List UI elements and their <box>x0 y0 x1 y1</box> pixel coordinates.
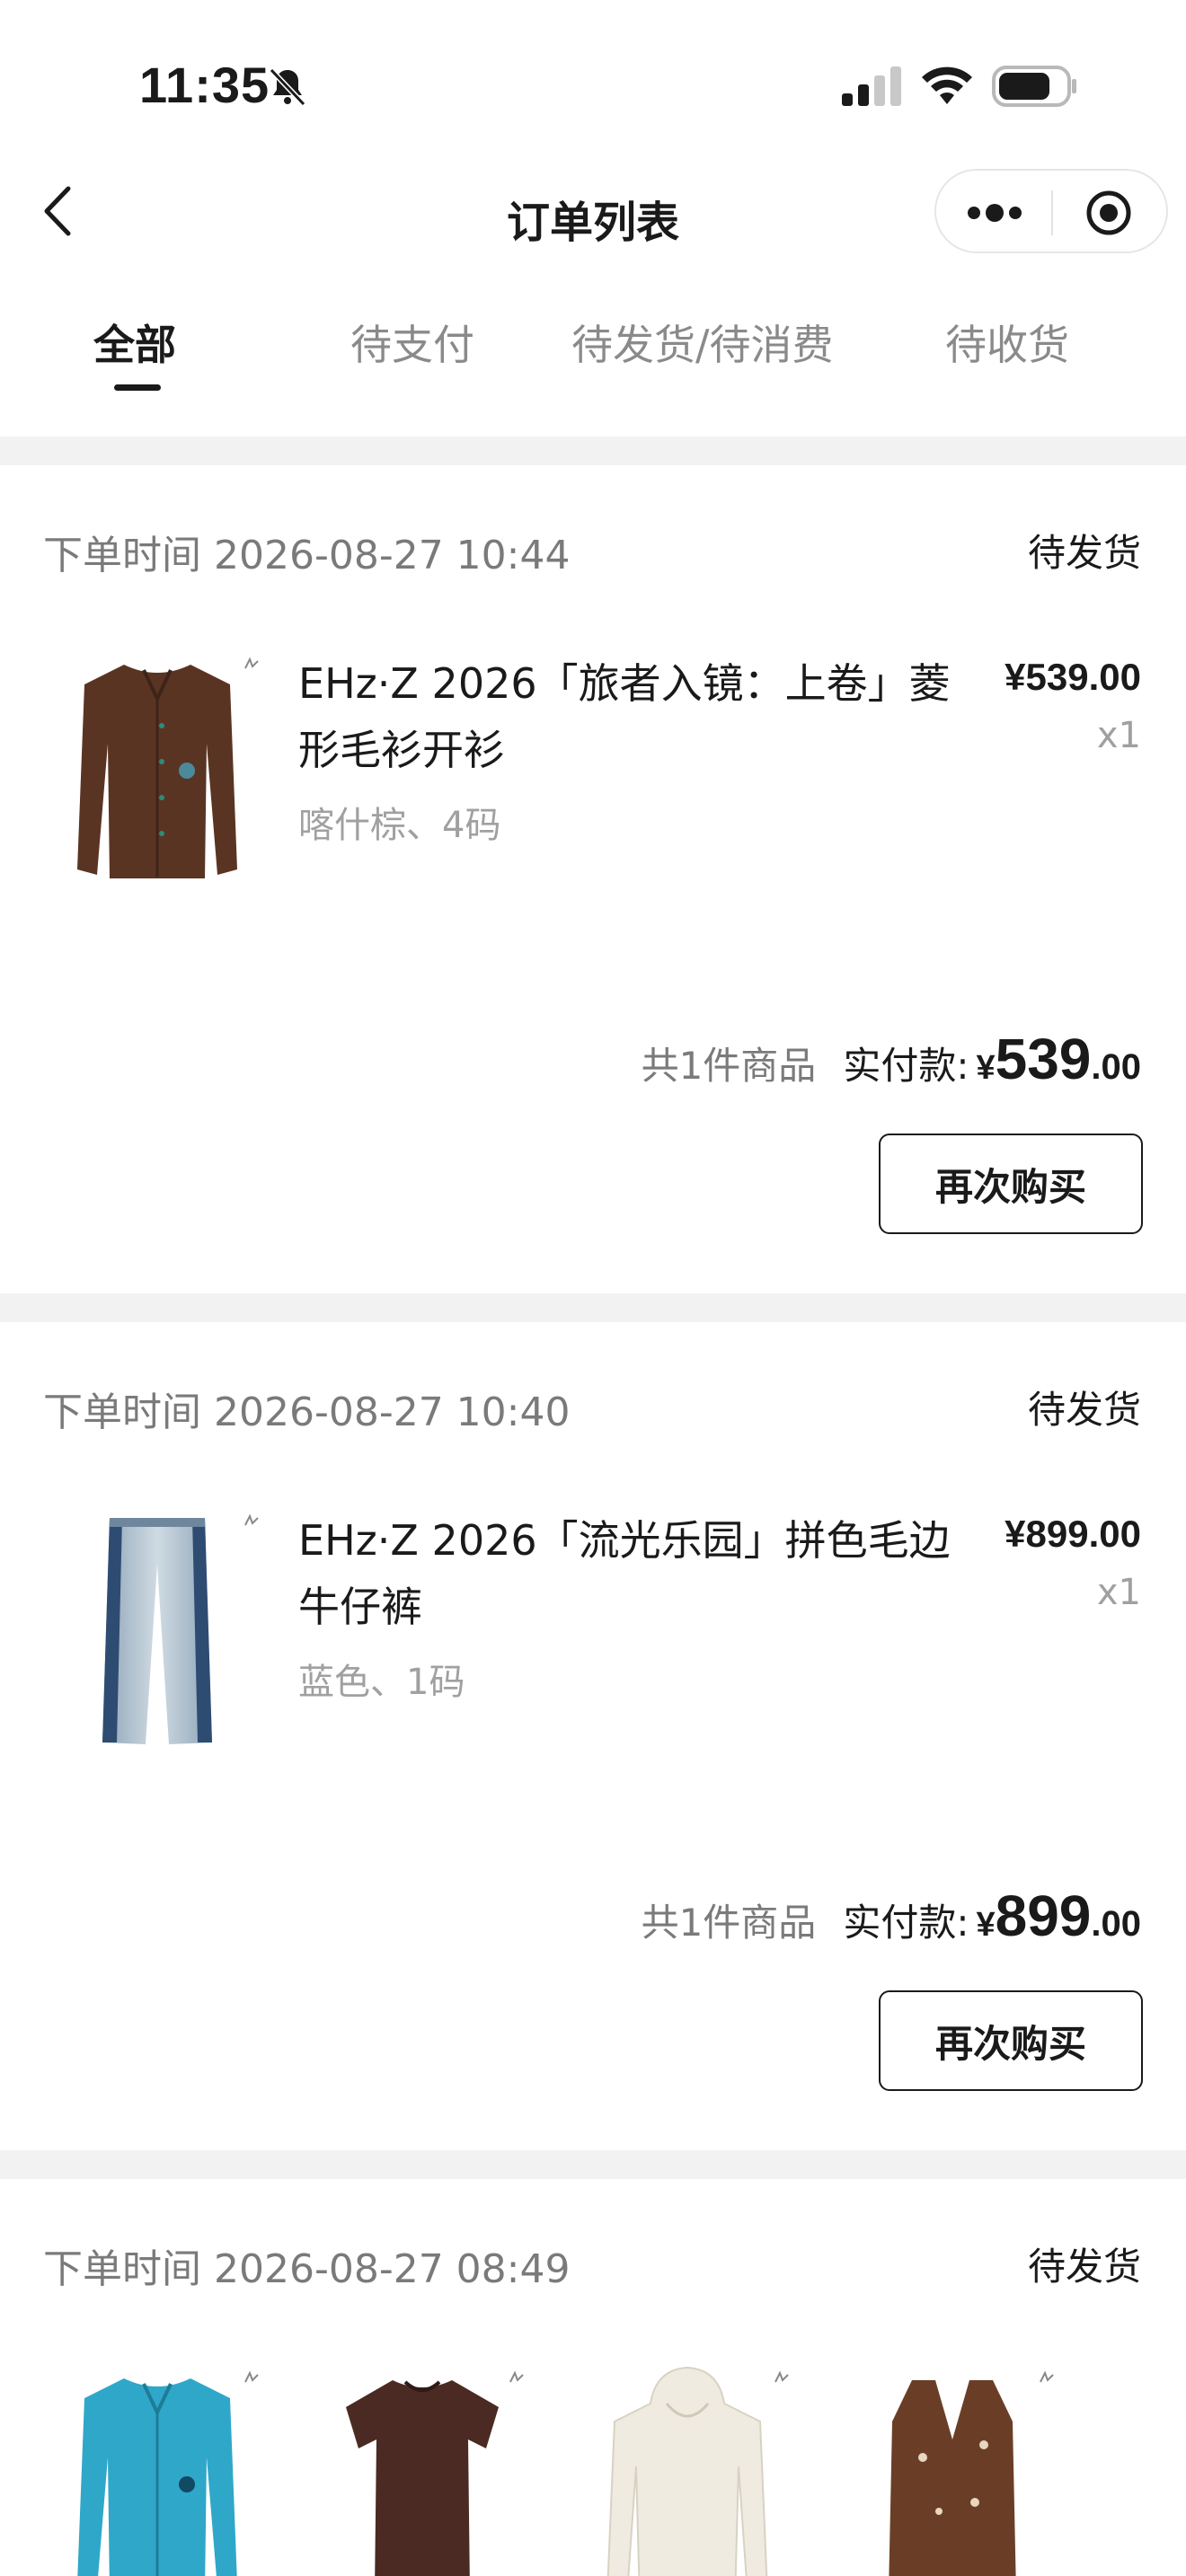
item-count: 共1件商品 <box>641 1901 817 1945</box>
brand-mark-icon <box>244 657 259 669</box>
bell-off-icon <box>269 67 306 107</box>
brand-mark-icon <box>774 2370 789 2383</box>
close-miniprogram-icon[interactable] <box>1084 189 1133 237</box>
order-card: 下单时间 2026-08-27 08:49 待发货 <box>0 2179 1186 2576</box>
product-image-blue-cardigan[interactable] <box>54 2359 261 2576</box>
order-status: 待发货 <box>1027 531 1141 575</box>
product-image-cardigan[interactable] <box>54 645 261 905</box>
brand-mark-icon <box>244 2370 259 2383</box>
active-tab-indicator <box>114 384 161 391</box>
capsule-divider <box>1051 190 1053 235</box>
brand-mark-icon <box>1040 2370 1054 2383</box>
product-quantity: x1 <box>1096 1572 1141 1613</box>
order-time: 下单时间 2026-08-27 10:44 <box>43 533 571 578</box>
product-spec: 喀什棕、4码 <box>298 805 501 846</box>
product-title[interactable]: EHz·Z 2026「旅者入镜：上卷」菱形毛衫开衫 <box>298 650 954 783</box>
tab-pending-payment[interactable]: 待支付 <box>350 313 474 372</box>
paid-currency: ¥ <box>976 1049 996 1087</box>
paid-label: 实付款: <box>843 1901 969 1945</box>
buy-again-button[interactable]: 再次购买 <box>879 1134 1143 1234</box>
order-card: 下单时间 2026-08-27 10:44 待发货 EHz·Z 2026「旅者入… <box>0 465 1186 1293</box>
cellular-signal-icon <box>842 66 901 106</box>
product-image-brown-tee[interactable] <box>319 2359 526 2576</box>
item-count: 共1件商品 <box>641 1044 817 1088</box>
section-divider <box>0 437 1186 465</box>
tab-pending-shipment[interactable]: 待发货/待消费 <box>571 313 834 372</box>
product-title[interactable]: EHz·Z 2026「流光乐园」拼色毛边牛仔裤 <box>298 1507 954 1640</box>
status-time: 11:35 <box>139 57 270 113</box>
battery-icon <box>992 66 1076 107</box>
product-price: ¥539.00 <box>1005 656 1141 698</box>
product-image-jeans[interactable] <box>54 1502 261 1762</box>
product-quantity: x1 <box>1096 715 1141 756</box>
order-time: 下单时间 2026-08-27 10:40 <box>43 1389 571 1435</box>
paid-label: 实付款: <box>843 1044 969 1088</box>
section-divider <box>0 2150 1186 2179</box>
status-bar: 11:35 <box>0 0 1186 162</box>
miniprogram-capsule <box>934 169 1168 253</box>
wifi-icon <box>922 66 972 104</box>
paid-amount-decimal: .00 <box>1091 1047 1141 1087</box>
buy-again-button[interactable]: 再次购买 <box>879 1990 1143 2091</box>
nav-bar: 订单列表 <box>0 162 1186 260</box>
tab-pending-receipt[interactable]: 待收货 <box>945 313 1069 372</box>
tab-all[interactable]: 全部 <box>93 313 176 372</box>
paid-amount-integer: 539 <box>995 1027 1092 1091</box>
order-tabs: 全部 待支付 待发货/待消费 待收货 <box>0 296 1186 404</box>
order-status: 待发货 <box>1027 1388 1141 1432</box>
more-icon[interactable] <box>963 198 1026 228</box>
product-spec: 蓝色、1码 <box>298 1662 465 1703</box>
section-divider <box>0 1293 1186 1322</box>
brand-mark-icon <box>509 2370 524 2383</box>
product-image-white-hoodie[interactable] <box>584 2359 791 2576</box>
product-price: ¥899.00 <box>1005 1513 1141 1555</box>
order-summary: 共1件商品 实付款: ¥ 899 .00 <box>642 1883 1141 1949</box>
paid-amount-decimal: .00 <box>1091 1904 1141 1944</box>
order-status: 待发货 <box>1027 2245 1141 2289</box>
brand-mark-icon <box>244 1513 259 1526</box>
order-summary: 共1件商品 实付款: ¥ 539 .00 <box>642 1026 1141 1092</box>
paid-currency: ¥ <box>976 1906 996 1944</box>
product-image-brown-vest[interactable] <box>849 2359 1056 2576</box>
order-card: 下单时间 2026-08-27 10:40 待发货 EHz·Z 2026「流光乐… <box>0 1322 1186 2150</box>
paid-amount-integer: 899 <box>995 1883 1092 1948</box>
order-time: 下单时间 2026-08-27 08:49 <box>43 2246 571 2292</box>
